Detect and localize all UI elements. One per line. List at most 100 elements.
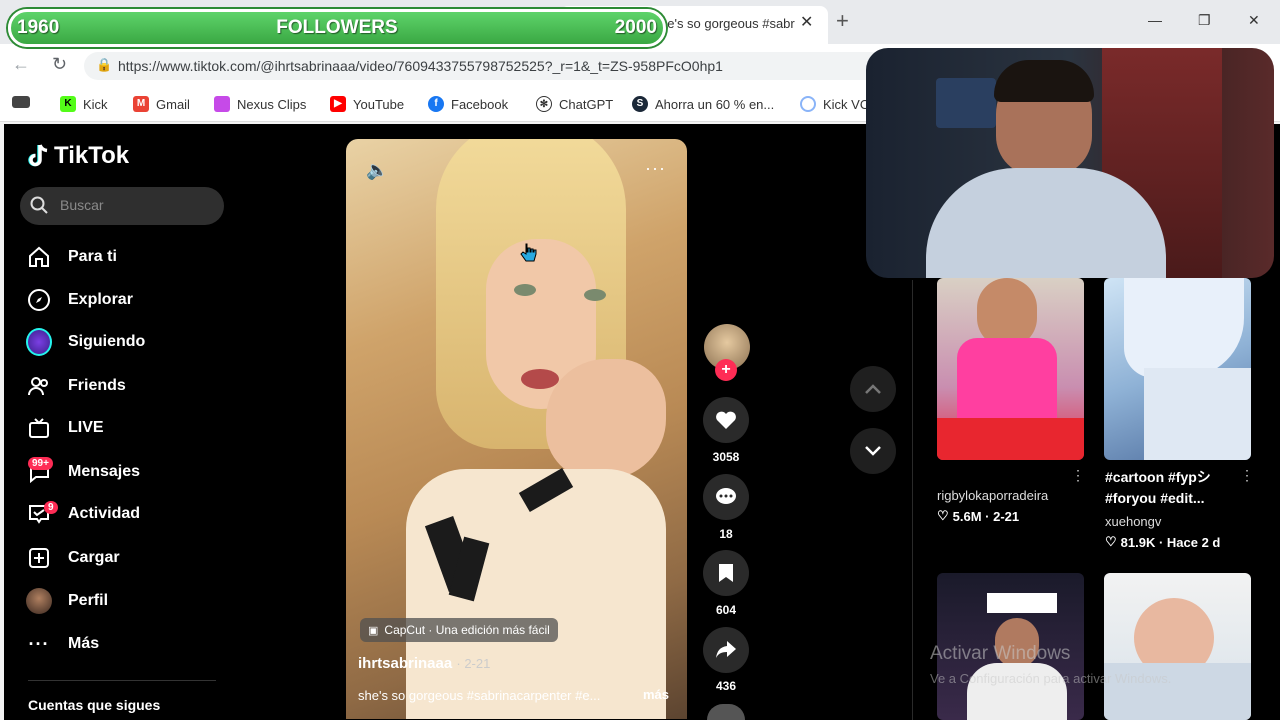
profile-avatar [26, 588, 52, 614]
maximize-icon[interactable]: ❐ [1198, 12, 1211, 29]
nav-actividad[interactable]: Actividad [26, 501, 140, 527]
related-video-thumbnail[interactable] [1104, 278, 1251, 460]
url-field[interactable]: https://www.tiktok.com/@ihrtsabrinaaa/vi… [84, 52, 884, 80]
bookmark-chatgpt[interactable]: ✻ ChatGPT [536, 96, 613, 112]
video-date: · 2-21 [456, 656, 491, 671]
nav-cargar[interactable]: Cargar [26, 545, 120, 571]
saves-count: 604 [715, 603, 737, 617]
followers-goal: 2000 [614, 17, 657, 38]
nav-label: Mensajes [68, 463, 141, 480]
comments-count: 18 [719, 527, 733, 541]
chevron-down-icon [865, 446, 881, 456]
bookmark-nexus-clips[interactable]: Nexus Clips [214, 96, 306, 112]
bookmark-label: ChatGPT [559, 96, 614, 112]
like-button[interactable] [703, 397, 749, 443]
tiktok-logo[interactable]: TikTok [28, 142, 129, 170]
bookmark-label: Kick VO [823, 96, 870, 112]
bookmark-label: Gmail [156, 96, 190, 112]
nav-label: Siguiendo [68, 333, 146, 350]
nav-label: LIVE [68, 419, 104, 436]
nav-mas[interactable]: ··· Más [26, 631, 100, 657]
comment-icon [716, 488, 736, 504]
video-subject-lips [521, 369, 559, 389]
related-username[interactable]: rigbylokaporradeira [937, 488, 1048, 503]
bookmark-gmail[interactable]: M Gmail [133, 96, 190, 112]
nav-friends[interactable]: Friends [26, 373, 126, 399]
video-eye [584, 289, 606, 301]
share-icon [716, 641, 736, 658]
more-link[interactable]: más [643, 687, 669, 702]
messages-badge: 99+ [28, 457, 53, 470]
search-icon [30, 196, 48, 214]
bookmark-steam[interactable]: S Ahorra un 60 % en... [632, 96, 774, 112]
nav-label: Explorar [68, 291, 133, 308]
nav-label: Para ti [68, 248, 117, 265]
bookmark-icon [719, 564, 733, 582]
following-accounts-title: Cuentas que sigues [28, 697, 161, 713]
follow-plus-icon[interactable]: + [715, 359, 737, 381]
back-icon[interactable]: ← [12, 54, 30, 75]
windows-activation-title: Activar Windows [930, 643, 1071, 664]
nav-label: Actividad [68, 505, 141, 522]
video-eye [514, 284, 536, 296]
nav-perfil[interactable]: Perfil [26, 588, 108, 614]
bookmarks-menu-icon[interactable] [12, 96, 30, 108]
video-options-icon[interactable]: ··· [645, 158, 666, 179]
more-icon: ··· [28, 633, 50, 654]
related-username[interactable]: xuehongv [1105, 514, 1161, 529]
bookmark-kick[interactable]: K Kick [60, 96, 108, 112]
chatgpt-icon: ✻ [536, 96, 552, 112]
related-caption[interactable]: #cartoon #fypシ #foryou #edit... [1105, 467, 1235, 509]
bookmark-kick-vo[interactable]: Kick VO [800, 96, 870, 112]
bookmark-label: Facebook [451, 96, 509, 112]
heart-outline-icon: ♡ [1105, 534, 1117, 549]
related-more-icon[interactable]: ⋮ [1240, 467, 1254, 484]
previous-video-button[interactable] [850, 366, 896, 412]
bookmark-youtube[interactable]: ▶ YouTube [330, 96, 404, 112]
related-more-icon[interactable]: ⋮ [1071, 467, 1085, 484]
related-video-thumbnail[interactable] [1104, 573, 1251, 720]
friends-icon [26, 373, 52, 399]
new-tab-icon[interactable]: + [836, 8, 849, 34]
nav-label: Perfil [68, 592, 109, 609]
bookmark-label: Ahorra un 60 % en... [655, 96, 775, 112]
capcut-label: CapCut · Una edición más fácil [384, 623, 550, 637]
nav-para-ti[interactable]: Para ti [26, 244, 117, 270]
search-placeholder: Buscar [60, 197, 104, 213]
nav-explorar[interactable]: Explorar [26, 287, 133, 313]
live-icon [26, 415, 52, 441]
kick-icon: K [60, 96, 76, 112]
video-author[interactable]: ihrtsabrinaaa · 2-21 [358, 655, 490, 672]
next-video-button[interactable] [850, 428, 896, 474]
video-subject-hand [546, 359, 666, 479]
volume-icon[interactable]: 🔈 [366, 160, 388, 181]
search-input[interactable]: Buscar [20, 187, 224, 225]
comment-button[interactable] [703, 474, 749, 520]
nav-siguiendo[interactable]: Siguiendo [26, 328, 146, 356]
gmail-icon: M [133, 96, 149, 112]
reload-icon[interactable]: ↻ [52, 54, 67, 75]
bookmark-label: Kick [83, 96, 108, 112]
logo-text: TikTok [54, 142, 130, 169]
save-button[interactable] [703, 550, 749, 596]
lock-icon[interactable]: 🔒 [96, 57, 112, 73]
close-window-icon[interactable]: ✕ [1248, 12, 1260, 29]
tab-title: he's so gorgeous #sabr [660, 16, 795, 31]
tab-close-icon[interactable]: ✕ [800, 12, 813, 32]
following-icon [26, 328, 52, 356]
kick-vo-icon [800, 96, 816, 112]
followers-label: FOLLOWERS [276, 17, 398, 38]
share-button[interactable] [703, 627, 749, 673]
followers-goal-bar: 1960 FOLLOWERS 2000 [8, 9, 666, 47]
heart-outline-icon: ♡ [937, 508, 949, 523]
webcam-overlay [866, 48, 1274, 278]
related-stats: ♡ 81.9K · Hace 2 d [1105, 534, 1220, 550]
capcut-tag[interactable]: ▣ CapCut · Una edición más fácil [360, 618, 558, 642]
bookmark-facebook[interactable]: f Facebook [428, 96, 508, 112]
minimize-icon[interactable]: — [1148, 12, 1162, 28]
nav-live[interactable]: LIVE [26, 415, 104, 441]
shares-count: 436 [715, 679, 737, 693]
followers-current: 1960 [17, 17, 60, 38]
chevron-up-icon [865, 384, 881, 394]
related-video-thumbnail[interactable] [937, 278, 1084, 460]
